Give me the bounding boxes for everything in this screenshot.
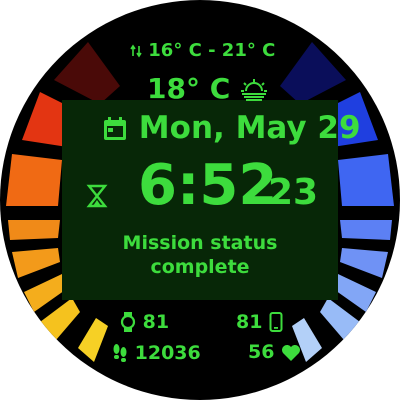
- arc-segment: [54, 42, 120, 104]
- time-seconds: 23: [268, 172, 319, 213]
- heart-rate-value: 56: [248, 341, 275, 363]
- arc-segment: [320, 298, 360, 340]
- status-text-line2: complete: [150, 256, 250, 278]
- temperature-range-text: 16° C - 21° C: [148, 40, 276, 61]
- steps-value: 12036: [134, 341, 201, 364]
- status-text-line1: Mission status: [122, 232, 278, 254]
- watch-icon: [120, 312, 136, 332]
- hourglass-icon: [86, 184, 108, 208]
- temperature-range: 16° C - 21° C: [130, 42, 275, 60]
- date-text: Mon, May 29: [138, 110, 361, 146]
- watch-battery: 81: [120, 312, 169, 332]
- arc-segment: [338, 154, 394, 206]
- up-down-arrows-icon: [130, 44, 142, 58]
- phone-battery: 81: [236, 312, 283, 332]
- date-display: Mon, May 29: [102, 112, 361, 144]
- steps-count: 12036: [112, 343, 201, 363]
- arc-segment: [40, 298, 80, 340]
- heart-rate: 56: [248, 343, 301, 362]
- arc-segment: [78, 318, 108, 362]
- arc-segment: [6, 154, 62, 206]
- arc-segment: [280, 42, 346, 104]
- current-temperature-text: 18° C: [147, 72, 231, 105]
- sunrise-icon: [241, 79, 268, 101]
- footsteps-icon: [113, 344, 127, 362]
- heart-icon: [282, 344, 301, 361]
- time-hours-minutes: 6:52: [138, 153, 278, 218]
- watch-face: 16° C - 21° C 18° C Mon, May 29 6:52 23 …: [0, 0, 400, 400]
- watch-battery-value: 81: [142, 310, 170, 333]
- current-temperature: 18° C: [147, 74, 268, 103]
- calendar-icon: [104, 116, 126, 140]
- phone-icon: [269, 312, 283, 332]
- phone-battery-value: 81: [236, 310, 263, 333]
